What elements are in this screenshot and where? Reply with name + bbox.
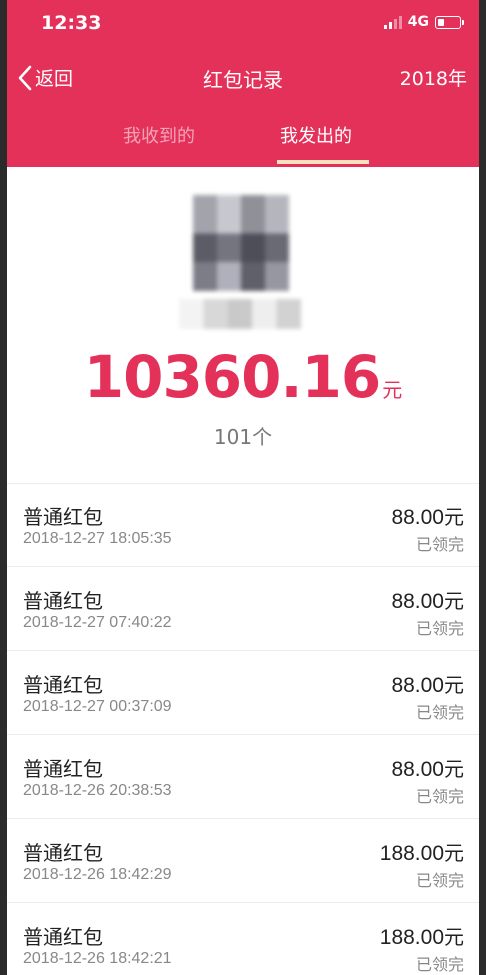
- record-time: 2018-12-27 00:37:09: [23, 698, 172, 715]
- tab-sent[interactable]: 我发出的: [280, 122, 352, 148]
- record-time: 2018-12-27 07:40:22: [23, 614, 172, 631]
- tab-received[interactable]: 我收到的: [123, 122, 195, 148]
- record-status: 已领完: [415, 955, 464, 974]
- record-status: 已领完: [415, 535, 464, 554]
- blurred-nickname: [179, 299, 301, 329]
- record-row[interactable]: 普通红包 2018-12-26 18:42:21 188.00元已领完: [7, 903, 479, 975]
- signal-icon: [383, 15, 402, 29]
- record-row[interactable]: 普通红包 2018-12-27 07:40:22 88.00元已领完: [7, 567, 479, 651]
- tab-bar: 我收到的 我发出的: [7, 115, 479, 167]
- nav-bar: 返回 红包记录 2018年: [7, 50, 479, 108]
- record-amount-value: 188.00: [379, 842, 444, 865]
- record-amount: 88.00元: [391, 501, 464, 530]
- record-list: 普通红包 2018-12-27 18:05:35 88.00元 已领完 普通红包 2018…: [7, 483, 479, 975]
- record-row[interactable]: 普通红包 2018-12-27 00:37:09 88.00元已领完: [7, 651, 479, 735]
- record-amount-value: 188.00: [379, 926, 444, 949]
- record-amount-unit: 元: [444, 505, 464, 529]
- record-amount-unit: 元: [444, 757, 464, 781]
- record-amount-unit: 元: [444, 925, 464, 949]
- network-label: 4G: [407, 14, 429, 30]
- header: 12:33 4G 返回 红包记录 2018年 我收到的 我发出的: [7, 0, 479, 167]
- summary-section: 10360.16 元 101个: [7, 167, 479, 484]
- record-status: 已领完: [415, 619, 464, 638]
- record-type: 普通红包: [23, 673, 103, 697]
- total-amount-value: 10360.16: [83, 343, 382, 411]
- record-type: 普通红包: [23, 589, 103, 613]
- record-row[interactable]: 普通红包 2018-12-27 18:05:35 88.00元已领完: [7, 483, 479, 567]
- record-amount: 188.00元: [380, 921, 464, 950]
- record-time: 2018-12-26 20:38:53: [23, 782, 172, 799]
- year-selector[interactable]: 2018年: [400, 64, 467, 91]
- active-tab-indicator: [277, 160, 369, 164]
- record-amount: 88.00元: [391, 669, 464, 698]
- phone-screen: 12:33 4G 返回 红包记录 2018年 我收到的 我发出的 10360.1…: [7, 0, 479, 975]
- battery-icon: [435, 15, 464, 29]
- status-indicators: 4G: [383, 14, 464, 30]
- record-time: 2018-12-27 18:05:35: [23, 530, 172, 547]
- record-amount-unit: 元: [444, 589, 464, 613]
- record-status: 已领完: [415, 871, 464, 890]
- avatar: [193, 195, 289, 291]
- status-bar: 12:33 4G: [7, 0, 479, 50]
- total-amount: 10360.16 元: [7, 343, 479, 411]
- record-type: 普通红包: [23, 841, 103, 865]
- record-amount-value: 88.00: [391, 674, 444, 697]
- record-status: 已领完: [415, 787, 464, 806]
- record-amount: 88.00元: [391, 585, 464, 614]
- record-amount: 188.00元: [380, 837, 464, 866]
- record-amount-unit: 元: [444, 841, 464, 865]
- record-type: 普通红包: [23, 505, 103, 529]
- status-time: 12:33: [41, 12, 102, 34]
- total-amount-unit: 元: [382, 378, 403, 402]
- record-status: 已领完: [415, 703, 464, 722]
- record-time: 2018-12-26 18:42:29: [23, 866, 172, 883]
- record-amount: 88.00元: [391, 753, 464, 782]
- record-type: 普通红包: [23, 925, 103, 949]
- record-time: 2018-12-26 18:42:21: [23, 950, 172, 967]
- record-row[interactable]: 普通红包 2018-12-26 20:38:53 88.00元已领完: [7, 735, 479, 819]
- record-type: 普通红包: [23, 757, 103, 781]
- record-amount-value: 88.00: [391, 590, 444, 613]
- record-amount-value: 88.00: [391, 506, 444, 529]
- record-row[interactable]: 普通红包 2018-12-26 18:42:29 188.00元已领完: [7, 819, 479, 903]
- record-amount-value: 88.00: [391, 758, 444, 781]
- record-amount-unit: 元: [444, 673, 464, 697]
- packet-count: 101个: [213, 425, 273, 449]
